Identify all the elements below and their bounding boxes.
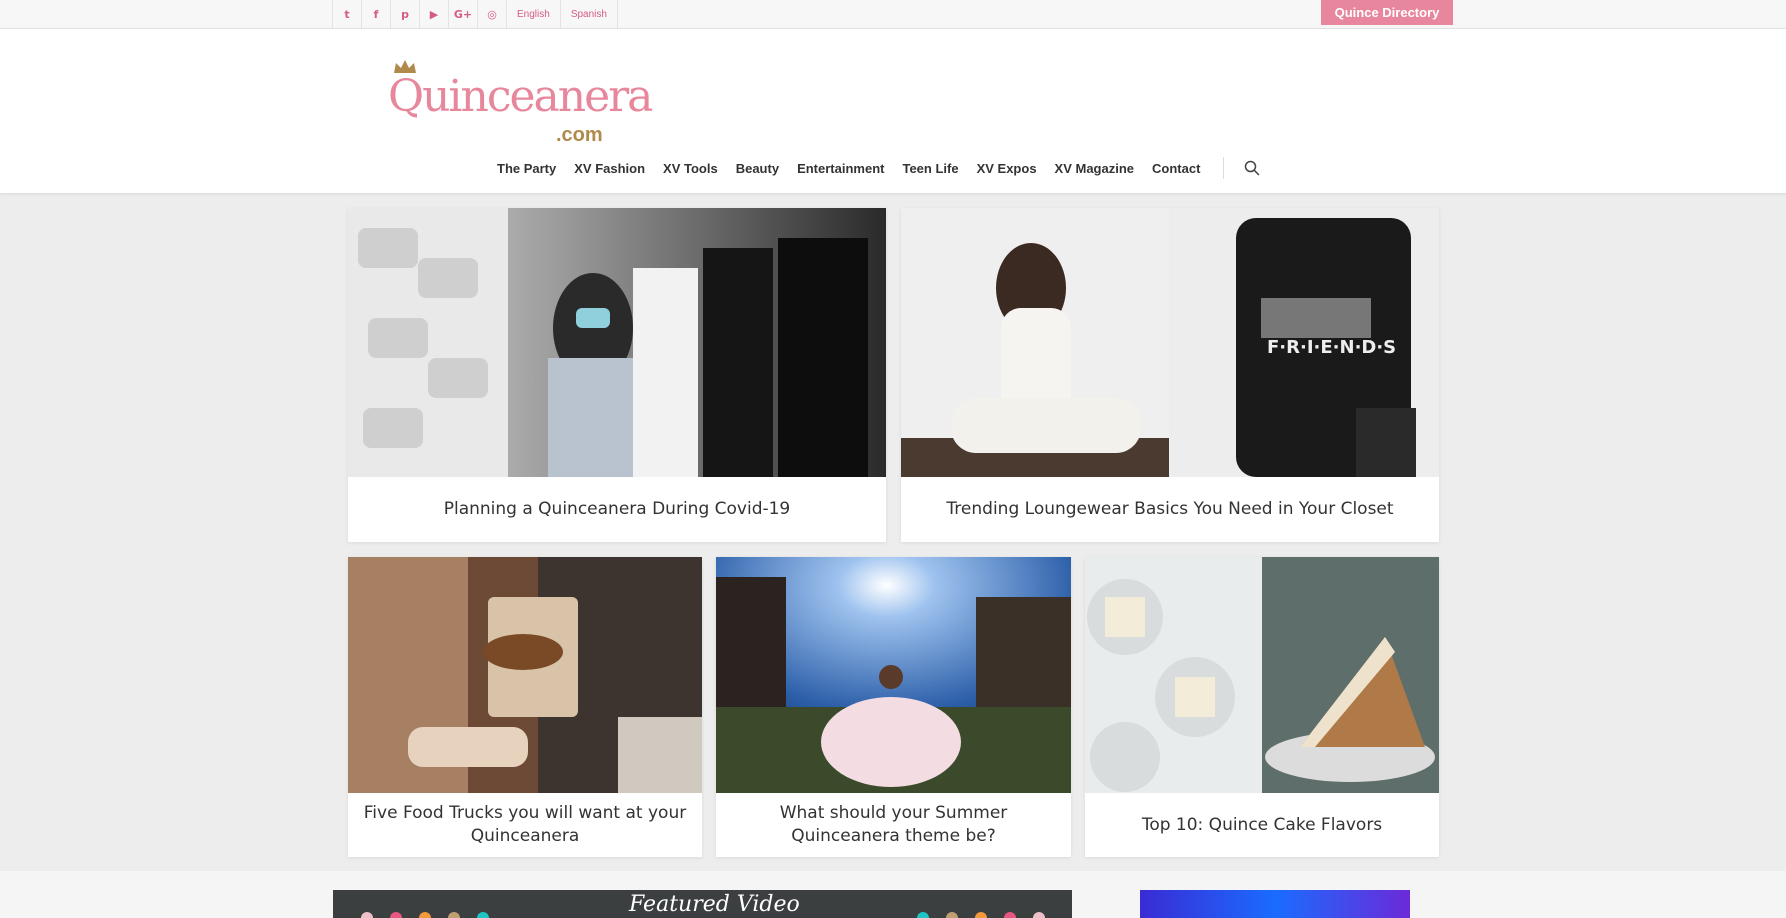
twitter-icon[interactable]: t [333,0,362,28]
decor-dot [419,912,431,918]
facebook-icon[interactable]: f [362,0,391,28]
nav-item-the-party[interactable]: The Party [497,161,556,176]
decor-dot [975,912,987,918]
nav-item-contact[interactable]: Contact [1152,161,1200,176]
article-card[interactable]: Five Food Trucks you will want at your Q… [348,557,702,857]
search-icon[interactable] [1244,160,1260,176]
decor-dot [1033,912,1045,918]
pinterest-icon[interactable]: p [391,0,420,28]
article-image[interactable] [716,557,1071,793]
logo-suffix: .com [556,124,603,146]
nav-item-xv-fashion[interactable]: XV Fashion [574,161,645,176]
decor-dot [917,912,929,918]
article-card[interactable]: Top 10: Quince Cake Flavors [1085,557,1439,857]
language-english-link[interactable]: English [507,0,561,28]
google-plus-icon[interactable]: G+ [449,0,478,28]
nav-item-xv-tools[interactable]: XV Tools [663,161,718,176]
featured-video-title: Featured Video [629,892,800,917]
decor-dot [361,912,373,918]
svg-text:F·R·I·E·N·D·S: F·R·I·E·N·D·S [1267,337,1396,358]
nav-item-teen-life[interactable]: Teen Life [902,161,958,176]
instagram-icon[interactable]: ◎ [478,0,507,28]
social-links: t f p ▶ G+ ◎ English Spanish [332,0,618,28]
decor-dot [477,912,489,918]
article-card[interactable]: Planning a Quinceanera During Covid-19 [348,208,886,542]
article-card[interactable]: F·R·I·E·N·D·S Trending Loungewear Basics… [901,208,1439,542]
article-image[interactable] [1085,557,1439,793]
nav-item-beauty[interactable]: Beauty [736,161,779,176]
featured-video-banner[interactable]: Featured Video [333,890,1072,918]
main-nav: The Party XV Fashion XV Tools Beauty Ent… [497,153,1260,183]
article-title[interactable]: Planning a Quinceanera During Covid-19 [358,477,876,542]
article-title[interactable]: What should your Summer Quinceanera them… [726,793,1061,857]
article-image[interactable] [348,557,702,793]
decor-dot [448,912,460,918]
decor-dot [390,912,402,918]
logo-text: Quinceanera [388,71,653,122]
youtube-icon[interactable]: ▶ [420,0,449,28]
article-title[interactable]: Top 10: Quince Cake Flavors [1095,793,1429,857]
nav-item-xv-magazine[interactable]: XV Magazine [1055,161,1134,176]
site-logo[interactable]: Quinceanera .com [388,59,653,159]
top-bar: t f p ▶ G+ ◎ English Spanish Quince Dire… [0,0,1786,29]
article-image[interactable] [348,208,886,477]
article-card[interactable]: What should your Summer Quinceanera them… [716,557,1071,857]
site-header: Quinceanera .com The Party XV Fashion XV… [0,29,1786,194]
article-title[interactable]: Five Food Trucks you will want at your Q… [358,793,692,857]
decor-dot [1004,912,1016,918]
decor-dot [946,912,958,918]
nav-item-entertainment[interactable]: Entertainment [797,161,884,176]
article-image[interactable]: F·R·I·E·N·D·S [901,208,1439,477]
sidebar-ad-image[interactable] [1140,890,1410,918]
quince-directory-button[interactable]: Quince Directory [1321,0,1453,25]
nav-divider [1223,157,1225,179]
nav-item-xv-expos[interactable]: XV Expos [977,161,1037,176]
language-spanish-link[interactable]: Spanish [561,0,618,28]
article-title[interactable]: Trending Loungewear Basics You Need in Y… [911,477,1429,542]
